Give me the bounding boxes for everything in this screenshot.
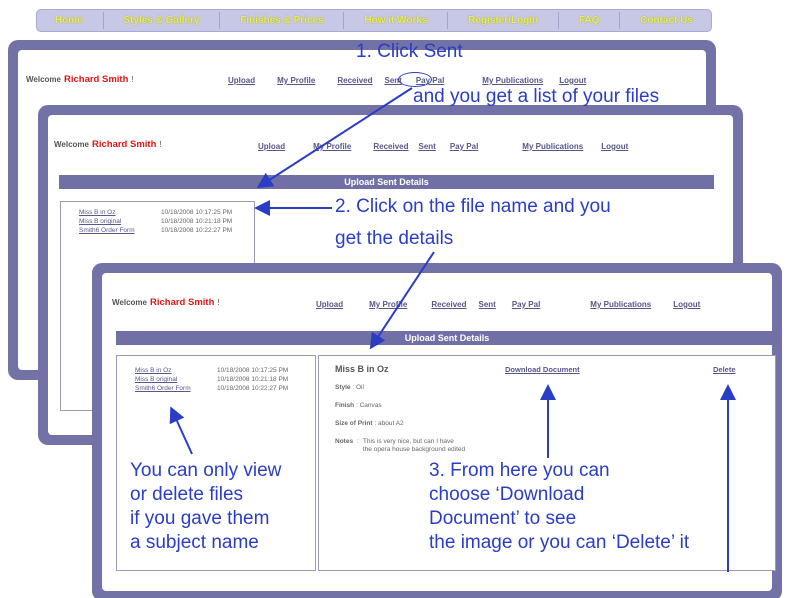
- annotation-arrows: [169, 87, 736, 572]
- arrow-to-details-header: [369, 251, 435, 350]
- arrow-to-file-list: [256, 87, 413, 189]
- arrow-to-file-list-item: [169, 406, 193, 455]
